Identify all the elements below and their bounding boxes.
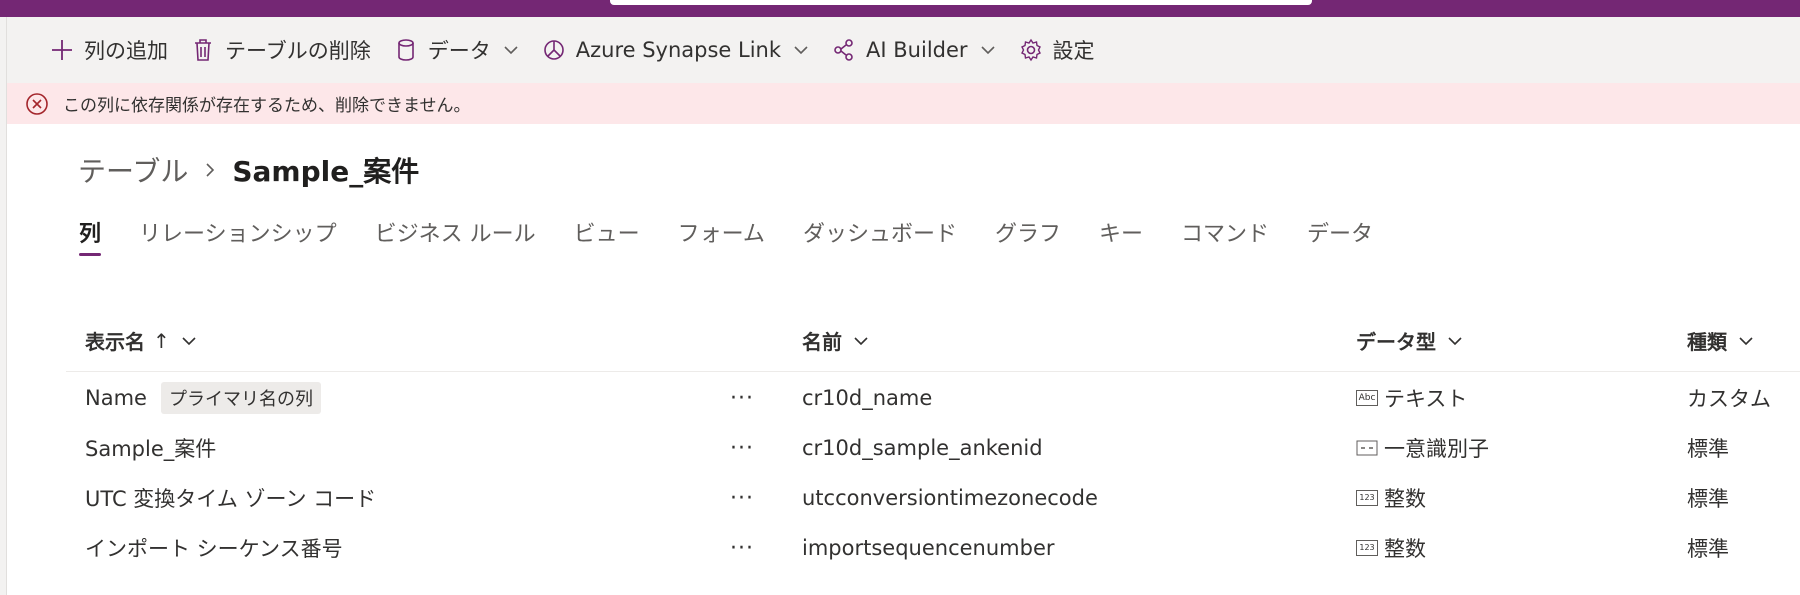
chevron-down-icon <box>793 42 809 58</box>
tab-charts[interactable]: グラフ <box>995 216 1061 256</box>
ai-builder-button[interactable]: AI Builder <box>831 30 996 70</box>
add-column-button[interactable]: 列の追加 <box>49 30 168 70</box>
database-icon <box>393 37 419 63</box>
display-name-cell: インポート シーケンス番号 <box>85 523 343 573</box>
chevron-down-icon <box>852 332 870 350</box>
error-message-bar: この列に依存関係が存在するため、削除できません。 <box>7 83 1800 124</box>
synapse-link-label: Azure Synapse Link <box>575 38 782 62</box>
table-header-row: 表示名 ↑ 名前 データ型 種類 <box>66 318 1800 372</box>
column-header-display-name[interactable]: 表示名 ↑ <box>85 326 198 355</box>
trash-icon <box>190 37 216 63</box>
tab-keys[interactable]: キー <box>1099 216 1143 256</box>
data-type-text: 整数 <box>1384 537 1426 561</box>
tab-columns[interactable]: 列 <box>79 216 102 256</box>
delete-table-button[interactable]: テーブルの削除 <box>190 30 371 70</box>
name-cell: importsequencenumber <box>802 536 1055 560</box>
error-message-text: この列に依存関係が存在するため、削除できません。 <box>63 96 471 116</box>
add-column-label: 列の追加 <box>84 39 168 63</box>
data-type-cell: 123 整数 <box>1356 523 1426 573</box>
column-header-name[interactable]: 名前 <box>802 326 870 355</box>
ai-builder-label: AI Builder <box>866 38 968 62</box>
table-row[interactable]: インポート シーケンス番号 ··· importsequencenumber 1… <box>66 523 1800 573</box>
breadcrumb-tables-link[interactable]: テーブル <box>78 150 188 190</box>
data-type-cell: Abc テキスト <box>1356 373 1467 423</box>
table-row[interactable]: Name プライマリ名の列 ··· cr10d_name Abc テキスト カス… <box>66 373 1800 423</box>
column-header-data-type[interactable]: データ型 <box>1356 326 1464 355</box>
search-box[interactable] <box>610 0 1312 5</box>
data-type-header-label: データ型 <box>1356 330 1436 354</box>
row-more-options-button[interactable]: ··· <box>730 373 754 423</box>
settings-label: 設定 <box>1052 39 1095 63</box>
tab-commands[interactable]: コマンド <box>1181 216 1269 256</box>
plus-icon <box>49 37 75 63</box>
display-name-text: Sample_案件 <box>85 437 217 461</box>
synapse-icon <box>541 37 567 63</box>
name-header-label: 名前 <box>802 330 842 354</box>
row-more-options-button[interactable]: ··· <box>730 473 754 523</box>
kind-cell: 標準 <box>1687 437 1729 461</box>
chevron-down-icon <box>1446 332 1464 350</box>
display-name-header-label: 表示名 <box>85 330 145 354</box>
kind-cell: 標準 <box>1687 487 1729 511</box>
display-name-text: Name <box>85 386 147 410</box>
data-type-text: テキスト <box>1384 387 1468 411</box>
chevron-down-icon <box>503 42 519 58</box>
primary-name-badge: プライマリ名の列 <box>160 382 321 414</box>
tab-forms[interactable]: フォーム <box>678 216 765 256</box>
app-header-bar <box>0 0 1800 17</box>
row-more-options-button[interactable]: ··· <box>730 523 754 573</box>
data-type-text: 整数 <box>1384 487 1426 511</box>
data-type-text: 一意識別子 <box>1384 437 1489 461</box>
error-circle-icon <box>25 92 49 116</box>
tab-views[interactable]: ビュー <box>574 216 640 256</box>
tab-data[interactable]: データ <box>1307 216 1373 256</box>
page-title: Sample_案件 <box>232 155 420 188</box>
breadcrumb: テーブル Sample_案件 <box>78 150 419 190</box>
table-row[interactable]: Sample_案件 ··· cr10d_sample_ankenid 一意識別子… <box>66 423 1800 473</box>
command-bar: 列の追加 テーブルの削除 データ Azure Synapse Link AI B… <box>7 17 1800 83</box>
chevron-right-icon <box>202 162 218 178</box>
data-type-cell: 123 整数 <box>1356 473 1426 523</box>
number-type-icon: 123 <box>1356 490 1378 506</box>
display-name-text: インポート シーケンス番号 <box>85 537 343 561</box>
tab-list: 列 リレーションシップ ビジネス ルール ビュー フォーム ダッシュボード グラ… <box>79 216 1411 256</box>
settings-button[interactable]: 設定 <box>1018 30 1095 70</box>
table-row[interactable]: UTC 変換タイム ゾーン コード ··· utcconversiontimez… <box>66 473 1800 523</box>
number-type-icon: 123 <box>1356 540 1378 556</box>
chevron-down-icon <box>180 332 198 350</box>
display-name-cell: Sample_案件 <box>85 423 216 473</box>
kind-cell: 標準 <box>1687 537 1729 561</box>
data-menu-label: データ <box>427 39 491 63</box>
display-name-cell: Name プライマリ名の列 <box>85 373 321 423</box>
row-more-options-button[interactable]: ··· <box>730 423 754 473</box>
column-header-kind[interactable]: 種類 <box>1687 326 1755 355</box>
name-cell: cr10d_name <box>802 386 933 410</box>
name-cell: cr10d_sample_ankenid <box>802 436 1043 460</box>
unique-id-type-icon <box>1356 440 1378 456</box>
gear-icon <box>1018 37 1044 63</box>
left-nav-strip <box>0 17 7 595</box>
kind-header-label: 種類 <box>1687 330 1727 354</box>
kind-cell: カスタム <box>1687 387 1771 411</box>
synapse-link-button[interactable]: Azure Synapse Link <box>541 30 809 70</box>
display-name-cell: UTC 変換タイム ゾーン コード <box>85 473 376 523</box>
chevron-down-icon <box>980 42 996 58</box>
delete-table-label: テーブルの削除 <box>225 39 371 63</box>
data-menu-button[interactable]: データ <box>393 30 519 70</box>
display-name-text: UTC 変換タイム ゾーン コード <box>85 487 377 511</box>
sort-ascending-icon: ↑ <box>153 328 170 353</box>
tab-relationships[interactable]: リレーションシップ <box>139 216 337 256</box>
ai-builder-icon <box>831 37 857 63</box>
text-type-icon: Abc <box>1356 390 1378 406</box>
tab-business-rules[interactable]: ビジネス ルール <box>375 216 536 256</box>
data-type-cell: 一意識別子 <box>1356 423 1489 473</box>
tab-dashboards[interactable]: ダッシュボード <box>803 216 957 256</box>
name-cell: utcconversiontimezonecode <box>802 486 1098 510</box>
chevron-down-icon <box>1737 332 1755 350</box>
